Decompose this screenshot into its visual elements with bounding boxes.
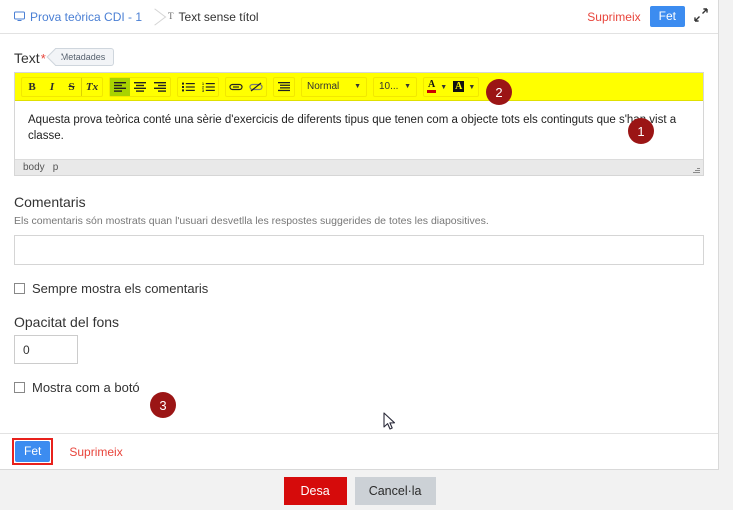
save-button[interactable]: Desa <box>283 476 347 505</box>
always-show-comments-checkbox[interactable] <box>14 283 25 294</box>
breadcrumb-element-label: Text sense títol <box>178 9 259 24</box>
font-size-value: 10... <box>379 81 399 92</box>
app-root: Prova teòrica CDI - 1 T Text sense títol… <box>0 0 733 510</box>
rich-text-editor: B I S Tx 1 2 3 Normal ▼ 10... ▼ A ▼ A ▼ … <box>14 72 704 176</box>
editor-footer: Fet Suprimeix <box>0 433 718 469</box>
text-color-letter: A <box>427 80 437 93</box>
text-field-label: Text <box>14 50 40 66</box>
resize-grip-icon[interactable] <box>692 165 700 173</box>
numbered-list-icon[interactable]: 1 2 3 <box>198 78 218 96</box>
unlink-icon[interactable] <box>246 78 266 96</box>
annotation-badge-1: 1 <box>628 118 654 144</box>
editor-header: Prova teòrica CDI - 1 T Text sense títol… <box>0 0 718 34</box>
show-as-button-checkbox[interactable] <box>14 382 25 393</box>
svg-text:3: 3 <box>202 89 204 92</box>
align-left-icon[interactable] <box>110 77 130 96</box>
expand-arrows-icon[interactable] <box>694 8 710 25</box>
comments-help-text: Els comentaris són mostrats quan l'usuar… <box>14 215 489 227</box>
chevron-down-icon: ▼ <box>440 82 448 91</box>
text-color-button[interactable]: A ▼ <box>424 78 450 96</box>
toolbar-group-formatting: B I S Tx <box>21 76 103 97</box>
footer-done-button[interactable]: Fet <box>15 441 51 462</box>
align-center-icon[interactable] <box>130 78 150 96</box>
breadcrumb-item-presentation[interactable]: Prova teòrica CDI - 1 <box>14 0 142 34</box>
breadcrumb-item-element[interactable]: T Text sense títol <box>168 0 259 34</box>
show-as-button-label: Mostra com a botó <box>32 380 140 395</box>
blockquote-icon[interactable] <box>274 78 294 96</box>
form-action-bar: Desa Cancel·la <box>0 471 719 510</box>
footer-done-highlight: Fet <box>12 438 54 465</box>
show-as-button-row[interactable]: Mostra com a botó <box>14 380 704 395</box>
font-size-select[interactable]: 10... ▼ <box>373 76 417 97</box>
screen-icon <box>14 11 25 22</box>
editor-content-area[interactable]: Aquesta prova teòrica conté una sèrie d'… <box>15 101 703 159</box>
text-icon: T <box>168 11 174 21</box>
remove-format-button[interactable]: Tx <box>82 78 102 96</box>
text-field-header: Text * Metadades <box>14 46 704 66</box>
chevron-down-icon: ▼ <box>468 82 476 91</box>
background-opacity-input[interactable] <box>14 335 78 364</box>
element-path-p[interactable]: p <box>53 162 59 173</box>
slide-element-editor-panel: Prova teòrica CDI - 1 T Text sense títol… <box>0 0 719 470</box>
comments-title: Comentaris <box>14 194 86 210</box>
paragraph-format-select[interactable]: Normal ▼ <box>301 76 367 97</box>
cancel-button[interactable]: Cancel·la <box>354 476 436 505</box>
element-path-body[interactable]: body <box>23 162 45 173</box>
chevron-down-icon: ▼ <box>354 83 361 90</box>
link-icon[interactable] <box>226 78 246 96</box>
annotation-badge-3: 3 <box>150 392 176 418</box>
background-color-button[interactable]: A ▼ <box>450 78 478 96</box>
required-marker: * <box>40 51 46 66</box>
toolbar-group-link <box>225 76 267 97</box>
italic-button[interactable]: I <box>42 78 62 96</box>
toolbar-group-alignment <box>109 76 171 97</box>
metadata-tab[interactable]: Metadades <box>54 48 115 66</box>
annotation-badge-2: 2 <box>486 79 512 105</box>
breadcrumb-separator <box>146 0 162 34</box>
bulleted-list-icon[interactable] <box>178 78 198 96</box>
background-color-letter: A <box>453 81 465 92</box>
breadcrumb-presentation-label: Prova teòrica CDI - 1 <box>30 9 143 24</box>
header-actions: Suprimeix Fet <box>587 6 710 27</box>
editor-element-path: body p <box>15 159 703 175</box>
background-opacity-title: Opacitat del fons <box>14 314 120 330</box>
align-right-icon[interactable] <box>150 78 170 96</box>
comments-input[interactable] <box>14 235 704 265</box>
toolbar-group-colors: A ▼ A ▼ <box>423 76 480 97</box>
editor-toolbar: B I S Tx 1 2 3 Normal ▼ 10... ▼ A ▼ A ▼ <box>15 73 703 101</box>
always-show-comments-row[interactable]: Sempre mostra els comentaris <box>14 281 704 296</box>
toolbar-group-blockquote <box>273 76 295 97</box>
header-done-button[interactable]: Fet <box>649 6 685 27</box>
header-delete-link[interactable]: Suprimeix <box>587 10 640 24</box>
footer-delete-link[interactable]: Suprimeix <box>69 445 122 459</box>
chevron-down-icon: ▼ <box>404 83 411 90</box>
bold-button[interactable]: B <box>22 78 42 96</box>
always-show-comments-label: Sempre mostra els comentaris <box>32 281 209 296</box>
strikethrough-button[interactable]: S <box>62 77 82 96</box>
toolbar-group-lists: 1 2 3 <box>177 76 219 97</box>
paragraph-format-value: Normal <box>307 81 340 92</box>
editor-body: Text * Metadades B I S Tx 1 2 3 Normal ▼… <box>0 34 718 434</box>
